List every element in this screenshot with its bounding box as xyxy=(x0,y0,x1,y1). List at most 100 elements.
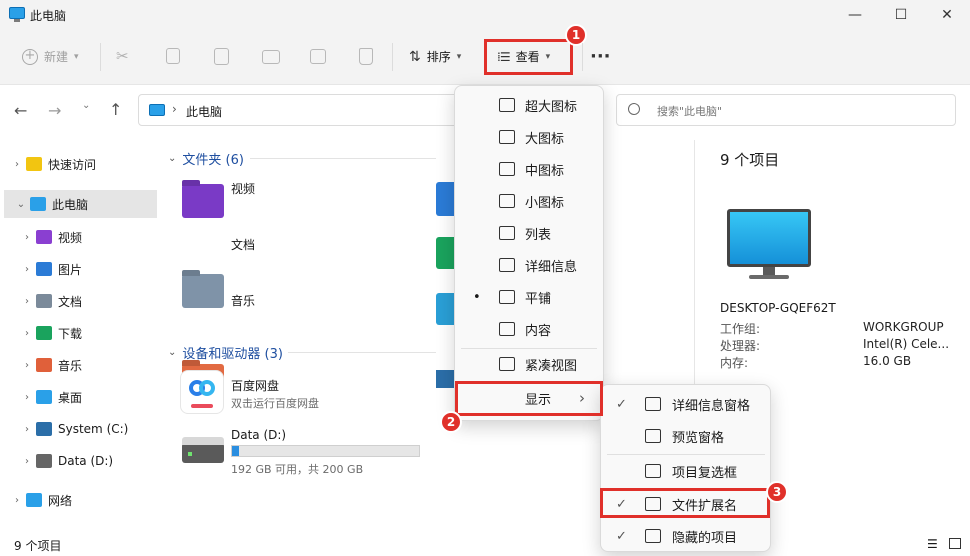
maximize-button[interactable]: ☐ xyxy=(878,0,924,30)
forward-arrow-icon[interactable]: → xyxy=(48,101,61,120)
view-menu-item-1[interactable]: 大图标 xyxy=(455,121,603,153)
share-icon[interactable] xyxy=(310,49,326,64)
expand-chevron-icon[interactable]: ⌄ xyxy=(12,199,30,210)
sidebar-item-label: 视频 xyxy=(58,230,83,245)
sort-label: 排序 xyxy=(426,50,451,64)
up-arrow-icon[interactable]: ↑ xyxy=(109,100,122,119)
view-menu-label: 列表 xyxy=(525,227,552,243)
show-menu-item-1[interactable]: 预览窗格 xyxy=(601,420,770,452)
desktop-folder-icon[interactable] xyxy=(436,293,456,325)
close-button[interactable]: ✕ xyxy=(924,0,970,30)
expand-chevron-icon[interactable]: › xyxy=(18,264,36,275)
details-pane-icon xyxy=(645,397,661,411)
downloads-folder-icon[interactable] xyxy=(436,237,456,269)
tiles-icon xyxy=(499,290,515,304)
picture-icon xyxy=(36,262,52,276)
view-button[interactable]: ⁞☰ 查看 ▾ xyxy=(497,48,550,65)
computer-icon xyxy=(30,197,46,211)
toolbar-separator xyxy=(392,43,393,71)
system-drive-icon[interactable] xyxy=(436,370,454,388)
view-menu-item-3[interactable]: 小图标 xyxy=(455,185,603,217)
folder-icon[interactable] xyxy=(182,274,224,308)
view-menu: 超大图标 大图标 中图标 小图标 列表 详细信息 • 平铺 内容 紧凑视图 显示 › xyxy=(454,85,604,421)
sidebar-item-2[interactable]: › 视频 xyxy=(0,223,160,251)
expand-chevron-icon[interactable]: › xyxy=(18,360,36,371)
folder-icon[interactable] xyxy=(182,184,224,218)
breadcrumb-this-pc[interactable]: 此电脑 xyxy=(186,103,222,120)
devices-group-header[interactable]: ⌄ 设备和驱动器 (3) xyxy=(168,343,283,362)
more-options-icon[interactable]: ··· xyxy=(590,46,611,67)
folder-label[interactable]: 文档 xyxy=(231,236,255,253)
view-menu-item-5[interactable]: 详细信息 xyxy=(455,249,603,281)
show-menu-label: 详细信息窗格 xyxy=(672,398,751,414)
sidebar-item-10[interactable]: › 网络 xyxy=(0,486,160,514)
tiles-view-icon[interactable] xyxy=(949,538,961,549)
monitor-base xyxy=(749,275,789,279)
expand-chevron-icon[interactable]: › xyxy=(18,232,36,243)
sidebar-item-3[interactable]: › 图片 xyxy=(0,255,160,283)
view-menu-item-4[interactable]: 列表 xyxy=(455,217,603,249)
back-arrow-icon[interactable]: ← xyxy=(14,101,27,120)
copy-icon[interactable] xyxy=(166,48,180,64)
details-view-icon[interactable]: ☰ xyxy=(927,537,938,551)
status-bar: 9 个项目 ☰ xyxy=(0,532,970,556)
sidebar-item-4[interactable]: › 文档 xyxy=(0,287,160,315)
show-menu-item-4[interactable]: ✓ 隐藏的项目 xyxy=(601,520,770,552)
minimize-button[interactable]: — xyxy=(832,0,878,30)
sidebar-item-7[interactable]: › 桌面 xyxy=(0,383,160,411)
expand-chevron-icon[interactable]: › xyxy=(18,296,36,307)
show-submenu: ✓ 详细信息窗格 预览窗格 项目复选框 ✓ 文件扩展名 ✓ 隐藏的项目 xyxy=(600,384,771,552)
sidebar-item-5[interactable]: › 下载 xyxy=(0,319,160,347)
sidebar-item-label: 桌面 xyxy=(58,390,83,405)
view-menu-item-0[interactable]: 超大图标 xyxy=(455,89,603,121)
baidu-netdisk-name[interactable]: 百度网盘 xyxy=(231,377,279,394)
view-menu-item-6[interactable]: • 平铺 xyxy=(455,281,603,313)
toolbar-separator xyxy=(582,43,583,71)
network-icon xyxy=(26,493,42,507)
baidu-netdisk-icon[interactable] xyxy=(180,370,224,414)
new-button[interactable]: + 新建 ▾ xyxy=(22,48,79,65)
expand-chevron-icon[interactable]: › xyxy=(8,495,26,506)
pictures-folder-icon[interactable] xyxy=(436,182,456,216)
file-extensions-highlight xyxy=(600,488,770,518)
folders-group-header[interactable]: ⌄ 文件夹 (6) xyxy=(168,149,244,168)
recent-locations-chevron-icon[interactable]: ⌄ xyxy=(82,100,90,111)
sidebar-item-1[interactable]: ⌄ 此电脑 xyxy=(4,190,157,218)
sort-button[interactable]: ⇅ 排序 ▾ xyxy=(409,48,461,65)
compact-view-icon xyxy=(499,357,515,371)
music-icon xyxy=(36,358,52,372)
data-drive-icon[interactable] xyxy=(182,437,224,463)
sidebar-item-8[interactable]: › System (C:) xyxy=(0,415,160,443)
details-value: WORKGROUP xyxy=(863,320,944,334)
search-box[interactable]: 搜索"此电脑" xyxy=(616,94,956,126)
show-menu-item-2[interactable]: 项目复选框 xyxy=(601,455,770,487)
list-icon xyxy=(499,226,515,240)
expand-chevron-icon[interactable]: › xyxy=(18,328,36,339)
sidebar-item-label: 快速访问 xyxy=(48,157,97,172)
view-menu-item-8[interactable]: 紧凑视图 xyxy=(455,348,603,380)
computer-monitor-icon xyxy=(727,209,811,267)
view-menu-item-2[interactable]: 中图标 xyxy=(455,153,603,185)
expand-chevron-icon[interactable]: › xyxy=(18,424,36,435)
expand-chevron-icon[interactable]: › xyxy=(18,456,36,467)
new-label: 新建 xyxy=(44,50,69,64)
rename-icon[interactable] xyxy=(262,50,280,64)
cut-icon[interactable]: ✂ xyxy=(116,47,136,65)
sidebar-item-9[interactable]: › Data (D:) xyxy=(0,447,160,475)
paste-icon[interactable] xyxy=(214,48,229,65)
sidebar-item-0[interactable]: › 快速访问 xyxy=(0,150,160,178)
folders-group-label: 文件夹 (6) xyxy=(182,153,244,168)
view-menu-label: 超大图标 xyxy=(525,99,578,115)
view-menu-item-7[interactable]: 内容 xyxy=(455,313,603,345)
folder-label[interactable]: 音乐 xyxy=(231,292,255,309)
chevron-down-icon: ▾ xyxy=(545,51,551,62)
data-drive-usage-fill xyxy=(232,446,240,456)
expand-chevron-icon[interactable]: › xyxy=(8,159,26,170)
sidebar-item-6[interactable]: › 音乐 xyxy=(0,351,160,379)
selected-bullet-icon: • xyxy=(473,289,481,305)
data-drive-name[interactable]: Data (D:) xyxy=(231,428,286,442)
folder-label[interactable]: 视频 xyxy=(231,180,255,197)
delete-icon[interactable] xyxy=(359,48,373,65)
show-menu-item-0[interactable]: ✓ 详细信息窗格 xyxy=(601,388,770,420)
expand-chevron-icon[interactable]: › xyxy=(18,392,36,403)
